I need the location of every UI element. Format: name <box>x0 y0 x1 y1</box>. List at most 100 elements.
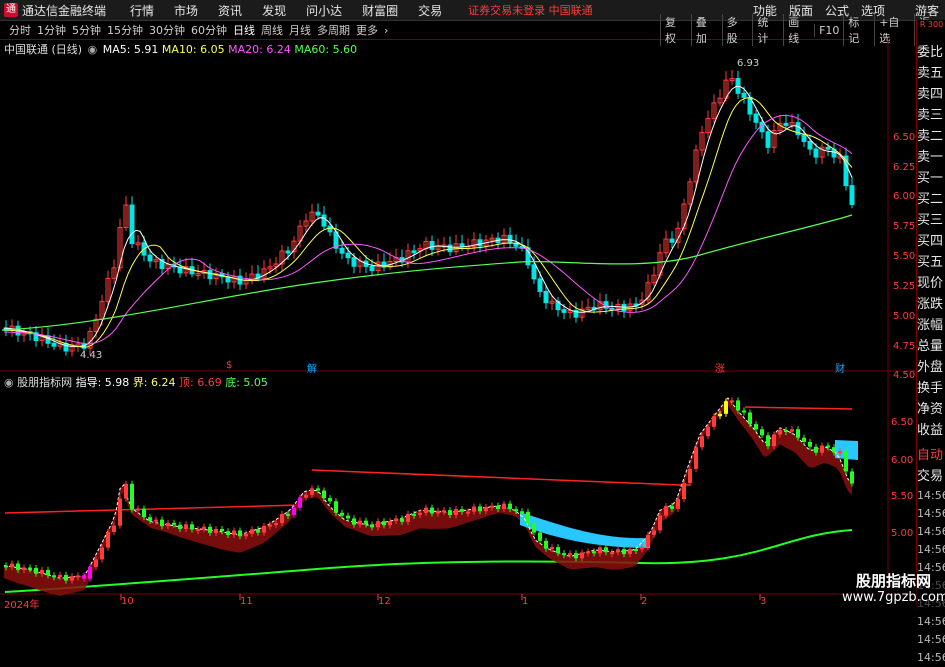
candle-body <box>561 309 567 313</box>
indicator-bar <box>268 524 272 527</box>
indicator-bar <box>232 530 236 535</box>
candle-body <box>321 214 327 227</box>
indicator-bar <box>472 506 476 512</box>
indicator-bar <box>520 511 524 514</box>
date-tick: 12 <box>378 596 391 607</box>
event-marker[interactable]: $ <box>226 360 232 371</box>
indicator-bar <box>658 515 662 531</box>
indicator-bar <box>532 523 536 533</box>
price-tick: 4.75 <box>893 341 916 352</box>
indicator-bar <box>844 451 848 472</box>
indicator-bar <box>556 547 560 554</box>
indicator-bar <box>448 510 452 516</box>
event-marker[interactable]: 解 <box>307 360 317 375</box>
indicator-bar <box>292 507 296 515</box>
event-marker[interactable]: 财 <box>835 360 845 375</box>
price-tick: 5.25 <box>893 281 916 292</box>
indicator-bar <box>346 515 350 519</box>
indicator-bar <box>442 510 446 513</box>
candle-body <box>813 148 819 158</box>
indicator-bar <box>142 508 146 518</box>
candle-body <box>735 78 741 94</box>
indicator-bar <box>244 533 248 537</box>
auto-label[interactable]: 自动 <box>917 445 945 466</box>
candle-body <box>753 113 759 123</box>
candle-body <box>807 140 813 150</box>
indicator-bar <box>100 547 104 560</box>
candle-body <box>537 278 543 292</box>
indicator-bar <box>574 553 578 559</box>
indicator-bar <box>58 574 62 578</box>
indicator-bar <box>766 435 770 447</box>
indicator-bar <box>580 552 584 559</box>
indicator-bar <box>106 532 110 548</box>
indicator-bar <box>718 413 722 417</box>
indicator-bar <box>124 483 128 499</box>
indicator-bar <box>298 497 302 508</box>
panel-corner: R 300 <box>919 20 944 29</box>
indicator-bar <box>70 576 74 581</box>
indicator-bar <box>802 437 806 442</box>
indicator-bar <box>550 547 554 550</box>
indicator-bar <box>736 400 740 411</box>
indicator-bar <box>310 488 314 495</box>
indicator-bar <box>838 451 842 454</box>
indicator-bar <box>370 524 374 528</box>
sub-tick: 6.00 <box>891 455 914 466</box>
indicator-bar <box>88 567 92 579</box>
indicator-bar <box>160 519 164 527</box>
indicator-bar <box>454 509 458 516</box>
indicator-bar <box>754 424 758 430</box>
indicator-bar <box>808 441 812 447</box>
indicator-bar <box>622 549 626 555</box>
indicator-bar <box>778 430 782 435</box>
candle-body <box>507 234 513 244</box>
price-tick: 6.25 <box>893 162 916 173</box>
candle-body <box>147 254 153 262</box>
indicator-bar <box>340 512 344 516</box>
indicator-bar <box>10 563 14 567</box>
event-marker[interactable]: 涨 <box>715 360 725 375</box>
indicator-bar <box>628 549 632 555</box>
trade-time: 14:56 <box>917 651 945 664</box>
quote-field-label: 现价 <box>917 276 944 291</box>
candle-body <box>801 134 807 142</box>
indicator-bar <box>130 483 134 510</box>
indicator-bar <box>394 518 398 522</box>
indicator-bar <box>226 531 230 535</box>
indicator-bar <box>724 401 728 414</box>
candle-body <box>207 269 213 280</box>
high-price-annotation: 6.93 <box>737 58 760 69</box>
trade-time: 14:56 <box>917 507 945 520</box>
price-tick: 5.50 <box>893 251 916 262</box>
quote-field-label: 涨幅 <box>917 318 944 333</box>
indicator-bar <box>238 530 242 537</box>
indicator-bar <box>604 547 608 553</box>
quote-field-label: 净资 <box>917 402 944 417</box>
trade-time: 14:56 <box>917 525 945 538</box>
indicator-bar <box>544 540 548 549</box>
kline-chart[interactable] <box>0 0 916 609</box>
indicator-bar <box>712 416 716 427</box>
trade-time: 14:56 <box>917 615 945 628</box>
indicator-bar <box>694 447 698 469</box>
candle-body <box>783 122 789 126</box>
trade-label[interactable]: 交易 <box>917 466 945 487</box>
quote-field-label: 总量 <box>917 339 944 354</box>
indicator-bar <box>484 506 488 512</box>
date-tick: 2 <box>641 596 648 607</box>
indicator-bar <box>412 513 416 516</box>
candle-body <box>621 303 627 312</box>
top-line <box>4 503 301 514</box>
indicator-bar <box>76 575 80 578</box>
indicator-bar <box>760 429 764 436</box>
trade-time: 14:56 <box>917 543 945 556</box>
indicator-bar <box>16 563 20 571</box>
quote-field-label: 买三 <box>917 213 944 228</box>
indicator-bar <box>526 511 530 524</box>
indicator-bar <box>460 509 464 512</box>
indicator-bar <box>208 526 212 533</box>
candle-body <box>351 257 357 267</box>
indicator-bar <box>352 518 356 525</box>
candle-body <box>51 342 57 347</box>
